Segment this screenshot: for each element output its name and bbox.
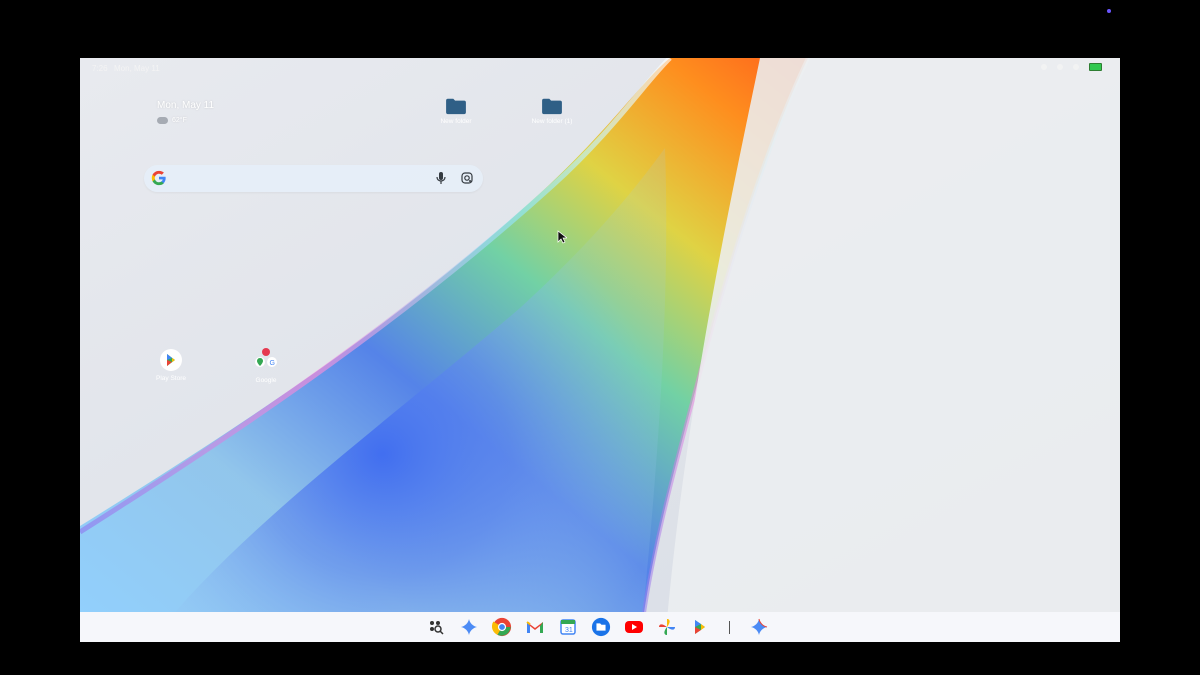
app-label: Play Store [156, 375, 186, 382]
youtube-icon[interactable] [624, 617, 644, 637]
chromeos-shelf: 31 [80, 612, 1120, 642]
widget-date: Mon, May 11 [157, 100, 215, 111]
mouse-cursor-icon [557, 230, 567, 244]
photos-icon[interactable] [657, 617, 677, 637]
date-weather-widget[interactable]: Mon, May 11 62°F [157, 100, 214, 124]
notification-icon [1057, 64, 1063, 70]
play-store-app[interactable]: Play Store [141, 348, 201, 382]
gmail-icon[interactable] [525, 617, 545, 637]
top-status-bar: 7:26 Mon, May 11 [80, 58, 1120, 78]
folder-icon [446, 98, 466, 115]
battery-icon [1089, 63, 1102, 71]
search-input[interactable] [178, 171, 422, 187]
folder-label: New folder (1) [531, 118, 573, 125]
svg-text:31: 31 [565, 627, 573, 634]
system-tray[interactable] [1041, 63, 1102, 71]
files-icon[interactable] [591, 617, 611, 637]
svg-text:G: G [270, 360, 275, 367]
weather-row: 62°F [157, 117, 214, 124]
google-app-folder[interactable]: G Google [236, 348, 296, 384]
desktop-folder-1[interactable]: New folder [426, 97, 486, 125]
app-label: Google [255, 377, 277, 384]
google-g-icon [151, 170, 166, 186]
recording-indicator-dot [1107, 9, 1111, 13]
launcher-icon[interactable] [426, 617, 446, 637]
shelf-separator [729, 620, 730, 634]
google-folder-icon: G [255, 348, 277, 367]
cloud-icon [157, 117, 168, 124]
shelf-apps: 31 [426, 617, 776, 637]
chrome-icon[interactable] [492, 617, 512, 637]
chromeos-desktop: 7:26 Mon, May 11 Mon, May 11 62°F New fo… [80, 58, 1120, 642]
folder-icon [542, 98, 562, 115]
microphone-icon[interactable] [434, 171, 448, 185]
google-lens-icon[interactable] [460, 171, 474, 185]
play-store-icon[interactable] [690, 617, 710, 637]
gemini-icon[interactable] [459, 617, 479, 637]
network-icon [1041, 64, 1047, 70]
status-time: 7:26 [92, 64, 108, 73]
wifi-icon [1073, 64, 1079, 70]
temperature: 62°F [172, 117, 187, 124]
gemini-assistant-icon[interactable] [749, 617, 769, 637]
status-date: Mon, May 11 [114, 64, 160, 73]
desktop-folder-2[interactable]: New folder (1) [522, 97, 582, 125]
folder-label: New folder [440, 118, 472, 125]
google-search-bar[interactable] [144, 165, 483, 192]
play-store-icon [160, 349, 182, 371]
calendar-icon[interactable]: 31 [558, 617, 578, 637]
